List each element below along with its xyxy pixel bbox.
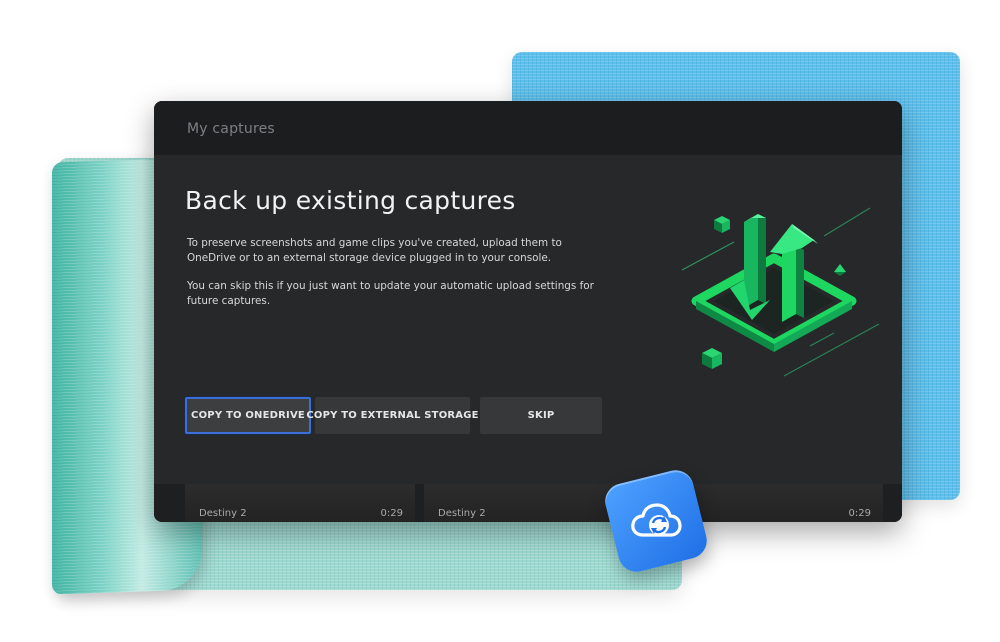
header-title: My captures — [187, 121, 275, 137]
window-header: My captures — [154, 101, 902, 155]
capture-thumbnail[interactable]: Destiny 2 0:29 — [185, 484, 415, 522]
capture-duration: 0:29 — [380, 508, 403, 519]
skip-button[interactable]: SKIP — [480, 397, 602, 434]
upload-arrows-illustration — [681, 207, 880, 377]
capture-title: Destiny 2 — [438, 508, 486, 519]
dialog-paragraph-upload: To preserve screenshots and game clips y… — [187, 237, 562, 264]
capture-backup-window: My captures Back up existing captures To… — [154, 101, 902, 522]
dialog-title: Back up existing captures — [185, 186, 516, 215]
capture-title: Destiny 2 — [199, 508, 247, 519]
dialog-paragraph-skip: You can skip this if you just want to up… — [187, 280, 594, 307]
dialog-body: To preserve screenshots and game clips y… — [187, 236, 607, 322]
cloud-sync-glyph — [631, 503, 682, 537]
captures-strip: Destiny 2 0:29 Destiny 2 d 0:29 — [154, 484, 902, 522]
copy-to-onedrive-button[interactable]: COPY TO ONEDRIVE — [185, 397, 311, 434]
capture-duration: 0:29 — [848, 508, 871, 519]
copy-to-external-storage-button[interactable]: COPY TO EXTERNAL STORAGE — [306, 397, 478, 434]
